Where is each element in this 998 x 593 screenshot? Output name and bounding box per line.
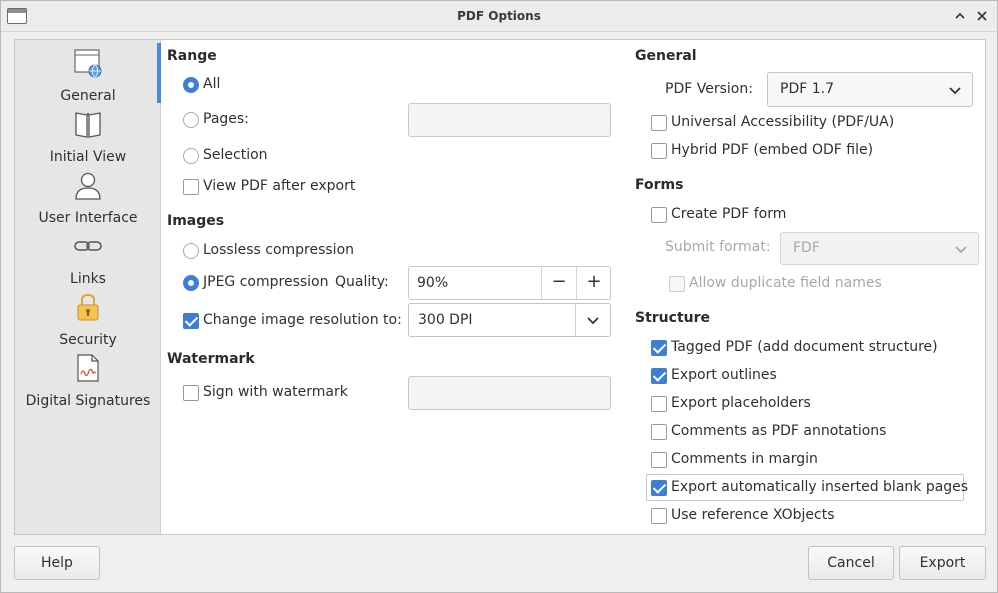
range-all-label: All [203, 76, 221, 92]
resolution-value: 300 DPI [418, 312, 473, 328]
watermark-input[interactable] [408, 376, 611, 410]
hybrid-pdf-checkbox[interactable] [651, 143, 667, 159]
collapse-chevron-icon[interactable] [950, 6, 970, 26]
link-icon [73, 231, 103, 261]
user-icon [73, 170, 103, 200]
view-pdf-label: View PDF after export [203, 178, 356, 194]
padlock-icon [73, 292, 103, 322]
window-title: PDF Options [457, 9, 541, 23]
comments-margin-label: Comments in margin [671, 451, 818, 467]
content-frame: General Initial View User Interface Link… [14, 39, 986, 535]
create-form-checkbox[interactable] [651, 207, 667, 223]
submit-format-value: FDF [793, 240, 820, 256]
comments-annotations-label: Comments as PDF annotations [671, 423, 887, 439]
close-icon[interactable] [972, 6, 992, 26]
range-section-title: Range [167, 48, 217, 64]
universal-accessibility-checkbox[interactable] [651, 115, 667, 131]
comments-margin-checkbox[interactable] [651, 452, 667, 468]
reference-xobjects-label: Use reference XObjects [671, 507, 835, 523]
sidebar-item-initial-view[interactable]: Initial View [15, 105, 161, 166]
change-resolution-label: Change image resolution to: [203, 312, 402, 328]
blank-pages-label: Export automatically inserted blank page… [671, 479, 969, 495]
create-form-label: Create PDF form [671, 206, 787, 222]
images-section-title: Images [167, 213, 225, 229]
hybrid-pdf-label: Hybrid PDF (embed ODF file) [671, 142, 874, 158]
export-placeholders-checkbox[interactable] [651, 396, 667, 412]
submit-format-combobox[interactable]: FDF [780, 232, 979, 265]
sidebar-item-label: Initial View [49, 149, 127, 165]
sidebar-item-general[interactable]: General [15, 44, 161, 105]
chevron-down-icon [948, 84, 962, 95]
reference-xobjects-checkbox[interactable] [651, 508, 667, 524]
quality-label: Quality: [335, 274, 389, 290]
export-outlines-checkbox[interactable] [651, 368, 667, 384]
title-bar[interactable]: PDF Options [1, 1, 997, 32]
range-all-radio[interactable] [183, 77, 199, 93]
signed-document-icon [73, 353, 103, 383]
chevron-down-icon[interactable] [586, 314, 600, 325]
tagged-pdf-label: Tagged PDF (add document structure) [671, 339, 938, 355]
comments-annotations-checkbox[interactable] [651, 424, 667, 440]
structure-section-title: Structure [635, 310, 711, 326]
range-selection-label: Selection [203, 147, 268, 163]
sidebar-item-label: Security [59, 332, 117, 348]
sidebar-item-label: General [60, 88, 116, 104]
export-outlines-label: Export outlines [671, 367, 777, 383]
quality-increase-button[interactable]: + [576, 267, 611, 299]
sidebar: General Initial View User Interface Link… [15, 40, 161, 534]
watermark-checkbox[interactable] [183, 385, 199, 401]
pdf-version-label: PDF Version: [665, 81, 753, 97]
watermark-label: Sign with watermark [203, 384, 348, 400]
allow-duplicate-checkbox[interactable] [669, 276, 685, 292]
combo-divider [575, 304, 576, 336]
general-section-title: General [635, 48, 697, 64]
lossless-radio[interactable] [183, 243, 199, 259]
view-pdf-checkbox[interactable] [183, 179, 199, 195]
pdf-version-combobox[interactable]: PDF 1.7 [767, 72, 973, 107]
sidebar-item-security[interactable]: Security [15, 288, 161, 349]
open-book-icon [73, 109, 103, 139]
watermark-section-title: Watermark [167, 351, 255, 367]
quality-decrease-button[interactable]: − [541, 267, 576, 299]
pages-input[interactable] [408, 103, 611, 137]
sidebar-item-label: Digital Signatures [25, 393, 151, 409]
submit-format-label: Submit format: [665, 239, 771, 255]
jpeg-label: JPEG compression [203, 274, 329, 290]
range-selection-radio[interactable] [183, 148, 199, 164]
sidebar-item-label: User Interface [38, 210, 138, 226]
blank-pages-checkbox[interactable] [651, 480, 667, 496]
universal-accessibility-label: Universal Accessibility (PDF/UA) [671, 114, 895, 130]
export-button[interactable]: Export [899, 546, 986, 580]
allow-duplicate-label: Allow duplicate field names [689, 275, 882, 291]
pdf-version-value: PDF 1.7 [780, 81, 834, 97]
globe-document-icon [73, 48, 103, 78]
sidebar-item-links[interactable]: Links [15, 227, 161, 288]
sidebar-item-label: Links [70, 271, 106, 287]
jpeg-radio[interactable] [183, 275, 199, 291]
range-pages-radio[interactable] [183, 112, 199, 128]
lossless-label: Lossless compression [203, 242, 355, 258]
cancel-button[interactable]: Cancel [808, 546, 894, 580]
tagged-pdf-checkbox[interactable] [651, 340, 667, 356]
quality-value: 90% [417, 275, 449, 291]
range-pages-label: Pages: [203, 111, 249, 127]
forms-section-title: Forms [635, 177, 684, 193]
change-resolution-checkbox[interactable] [183, 313, 199, 329]
pdf-options-dialog: PDF Options General Initial View User In… [0, 0, 998, 593]
sidebar-item-digital-signatures[interactable]: Digital Signatures [15, 349, 161, 410]
export-placeholders-label: Export placeholders [671, 395, 811, 411]
sidebar-item-user-interface[interactable]: User Interface [15, 166, 161, 227]
help-button[interactable]: Help [14, 546, 100, 580]
resolution-combobox[interactable]: 300 DPI [408, 303, 611, 337]
quality-spinbox[interactable]: 90% − + [408, 266, 611, 300]
chevron-down-icon [954, 243, 968, 254]
